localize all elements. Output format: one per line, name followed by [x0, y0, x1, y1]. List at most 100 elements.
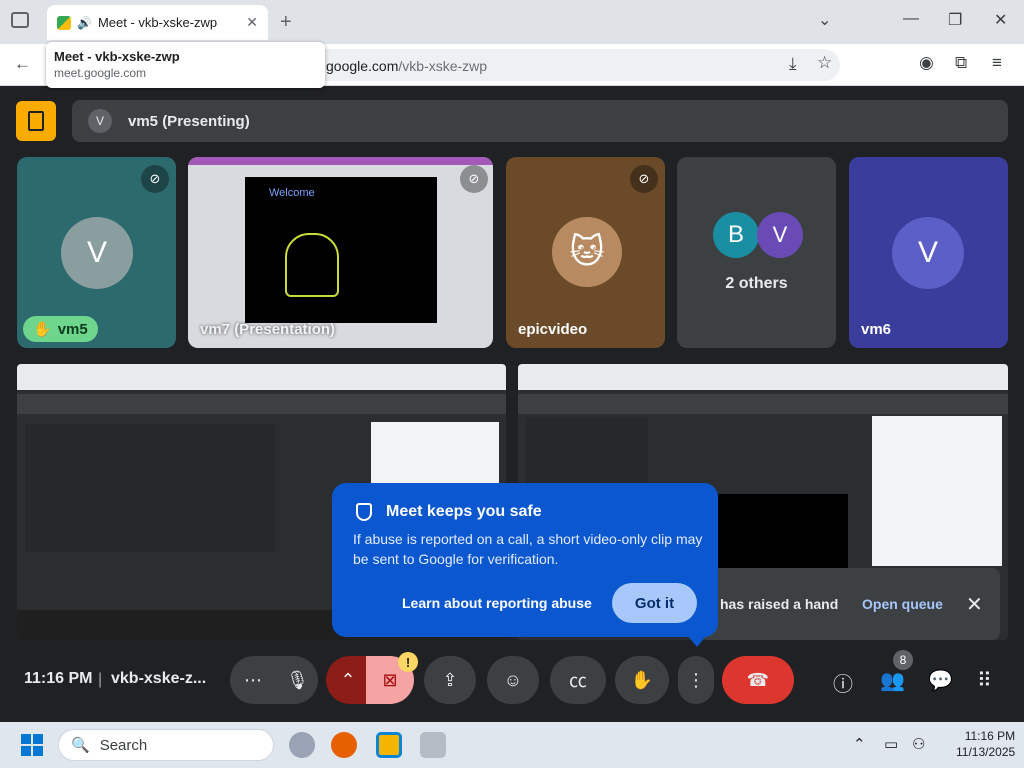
menu-icon[interactable]: ≡ — [992, 53, 1002, 73]
chevron-down-icon[interactable]: ⌄ — [818, 10, 831, 30]
popup-title: Meet keeps you safe — [386, 503, 542, 520]
shared-chat-panel — [872, 416, 1002, 566]
participant-tile-vm6[interactable]: V vm6 — [849, 157, 1008, 348]
virtual-machine-icon[interactable] — [376, 732, 402, 758]
display-tray-icon[interactable]: ▭ — [884, 735, 898, 753]
shared-browser-bar — [518, 364, 1008, 390]
got-it-button[interactable]: Got it — [612, 583, 697, 623]
back-icon[interactable]: ← — [14, 54, 31, 74]
tab-search-icon[interactable] — [11, 12, 29, 28]
firefox-icon[interactable] — [331, 732, 357, 758]
search-placeholder: Search — [99, 736, 148, 754]
separator: | — [98, 671, 103, 688]
more-vertical-icon: ⋮ — [687, 669, 705, 690]
taskbar-search-box[interactable]: 🔍 Search — [58, 729, 274, 761]
participant-tile-others[interactable]: B V 2 others — [677, 157, 836, 348]
camera-options-button[interactable]: ⌃ — [326, 656, 370, 704]
url-domain: google.com — [326, 58, 399, 74]
captions-button[interactable]: ㏄ — [550, 656, 606, 704]
chat-icon[interactable]: 💬 — [928, 668, 953, 693]
close-notification-icon[interactable]: ✕ — [966, 592, 983, 617]
learn-about-reporting-link[interactable]: Learn about reporting abuse — [402, 595, 592, 611]
leave-call-button[interactable]: ☎ — [722, 656, 794, 704]
presentation-top-strip — [188, 157, 493, 165]
clipboard-app-icon[interactable] — [420, 732, 446, 758]
popup-pointer — [687, 635, 707, 647]
avatar-b: B — [713, 212, 759, 258]
avatar: V — [892, 217, 964, 289]
popup-body: If abuse is reported on a call, a short … — [353, 531, 703, 567]
new-tab-icon[interactable]: + — [280, 11, 292, 34]
audio-options-group: ⋯ 🎙 — [230, 656, 318, 704]
activities-grid-icon[interactable]: ⠿ — [977, 668, 992, 693]
captions-icon: ㏄ — [569, 671, 587, 691]
search-icon: 🔍 — [71, 737, 90, 754]
shield-icon — [356, 503, 372, 521]
more-options-button[interactable]: ⋮ — [678, 656, 714, 704]
tooltip-title: Meet - vkb-xske-zwp — [54, 49, 180, 64]
emoji-icon: ☺ — [503, 669, 523, 690]
maximize-icon[interactable]: ❐ — [948, 10, 962, 30]
shared-meet-header — [17, 394, 506, 414]
present-screen-button[interactable]: ⇪ — [424, 656, 476, 704]
profile-icon[interactable]: ◉ — [919, 53, 934, 73]
meet-favicon-icon — [57, 15, 71, 30]
android-logo-icon — [285, 233, 339, 297]
hand-raised-message: has raised a hand — [720, 596, 839, 612]
install-app-icon[interactable]: ⤓ — [789, 54, 797, 74]
muted-mic-icon: ⊘ — [630, 165, 658, 193]
tab-title: Meet - vkb-xske-zwp — [97, 15, 218, 30]
presenting-label: vm5 (Presenting) — [128, 112, 250, 130]
participant-name: vm7 (Presentation) — [200, 321, 336, 338]
meet-call-area: V vm5 (Presenting) V ⊘ ✋ vm5 ⊘ vm7 (Prese… — [0, 86, 1024, 722]
participant-name: vm5 — [57, 320, 88, 338]
browser-tab-strip: 🔊 Meet - vkb-xske-zwp ✕ + ⌄ — ❐ ✕ — [0, 0, 1024, 44]
presenter-avatar: V — [88, 109, 112, 133]
presentation-screen: Welcome — [245, 177, 437, 323]
taskbar-time: 11:16 PM — [964, 729, 1016, 743]
shared-presentation-thumbnail — [526, 418, 648, 486]
safety-popup: Meet keeps you safe If abuse is reported… — [332, 483, 718, 647]
close-tab-icon[interactable]: ✕ — [246, 14, 258, 31]
windows-start-icon[interactable] — [21, 734, 43, 756]
presenting-bar[interactable]: V vm5 (Presenting) — [72, 100, 1008, 142]
hand-icon: ✋ — [630, 669, 654, 690]
extensions-icon[interactable]: ⧉ — [955, 53, 967, 73]
participant-tile-epicvideo[interactable]: 🐱 ⊘ epicvideo — [506, 157, 665, 348]
hand-raised-notification: has raised a hand Open queue ✕ — [700, 568, 1000, 640]
shared-browser-bar — [17, 364, 506, 390]
shared-grid-thumbnail — [25, 424, 275, 552]
reactions-button[interactable]: ☺ — [487, 656, 539, 704]
participant-name: epicvideo — [518, 321, 588, 338]
chevron-up-icon: ⌃ — [340, 669, 356, 690]
bookmark-star-icon[interactable]: ☆ — [817, 53, 832, 73]
network-tray-icon[interactable]: ⚇ — [912, 735, 925, 753]
avatar-v: V — [757, 212, 803, 258]
camera-off-icon: ⊠ — [382, 669, 398, 690]
participant-tile-vm5[interactable]: V ⊘ ✋ vm5 — [17, 157, 176, 348]
people-icon[interactable]: 👥 — [880, 668, 905, 693]
others-count-label: 2 others — [725, 275, 788, 292]
shared-meet-header — [518, 394, 1008, 414]
end-call-icon: ☎ — [746, 669, 770, 690]
meeting-info-icon[interactable]: ⓘ — [833, 668, 853, 697]
open-queue-button[interactable]: Open queue — [862, 596, 943, 612]
tab-hover-tooltip: Meet - vkb-xske-zwp meet.google.com — [46, 42, 325, 88]
meeting-code[interactable]: vkb-xske-z... — [111, 670, 206, 688]
chevron-up-tray-icon[interactable]: ⌃ — [853, 735, 866, 753]
meet-door-icon[interactable] — [16, 101, 56, 141]
more-audio-options-icon[interactable]: ⋯ — [244, 670, 262, 691]
raise-hand-button[interactable]: ✋ — [615, 656, 669, 704]
welcome-text: Welcome — [269, 187, 315, 199]
url-path: /vkb-xske-zwp — [398, 58, 488, 74]
tooltip-url: meet.google.com — [54, 66, 147, 80]
audio-playing-icon[interactable]: 🔊 — [77, 16, 92, 30]
camera-warning-badge: ! — [398, 652, 418, 672]
flag-app-icon[interactable] — [289, 732, 315, 758]
tab-meet[interactable]: 🔊 Meet - vkb-xske-zwp ✕ — [47, 5, 268, 40]
close-window-icon[interactable]: ✕ — [994, 10, 1007, 30]
microphone-icon[interactable]: 🎙 — [286, 670, 309, 691]
minimize-icon[interactable]: — — [903, 10, 919, 28]
taskbar-clock[interactable]: 11:16 PM 11/13/2025 — [956, 728, 1015, 760]
url-text[interactable]: google.com/vkb-xske-zwp — [326, 58, 487, 74]
